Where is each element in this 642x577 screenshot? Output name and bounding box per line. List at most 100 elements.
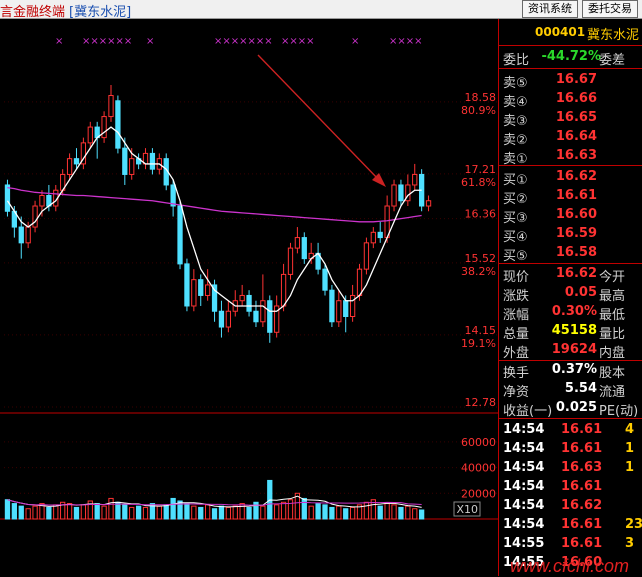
candle-body xyxy=(280,273,287,307)
trade-order-button[interactable]: 委托交易 xyxy=(582,0,638,18)
volume-bar xyxy=(287,499,294,520)
window-title: 言金融终端 [冀东水泥] xyxy=(0,1,131,20)
signal-mark: ×××× xyxy=(389,36,423,47)
volume-unit-label: X10 xyxy=(456,503,478,516)
tick-volume: 3 xyxy=(625,536,635,551)
row-label: 总量 xyxy=(503,327,530,342)
volume-bar xyxy=(94,503,100,520)
candle-body xyxy=(73,158,80,165)
tick-row: 14:54 16.61 xyxy=(499,478,642,497)
row-label: 买③ xyxy=(503,211,528,226)
kline-chart-panel[interactable]: 18.58 80.9% 17.21 61.8% 16.36 15.52 38.2% 14.15… xyxy=(0,19,498,576)
candle-body xyxy=(177,205,183,265)
volume-axis-label: 60000 xyxy=(461,436,496,449)
candle-body xyxy=(349,294,356,318)
tick-time: 14:54 xyxy=(503,479,545,494)
bid-row: 买② 16.61 xyxy=(499,187,642,207)
row-value: 45158 xyxy=(551,323,597,338)
volume-bar xyxy=(135,505,142,520)
stock-name: 冀东水泥 xyxy=(587,28,640,43)
price-axis-label: 17.21 xyxy=(465,163,497,176)
candle-body xyxy=(4,184,11,212)
volume-bar xyxy=(274,504,280,520)
tick-volume: 1 xyxy=(625,460,635,475)
signal-mark: × xyxy=(55,36,63,47)
signal-mark: × xyxy=(351,36,359,47)
percent-axis-label: 38.2% xyxy=(461,265,496,278)
volume-bar xyxy=(205,504,211,520)
stat-row: 收益(一) 0.025 PE(动) xyxy=(499,399,642,419)
volume-bar xyxy=(101,505,107,520)
row-value: 16.66 xyxy=(555,91,597,106)
candle-body xyxy=(18,226,24,244)
row-value: 0.05 xyxy=(564,285,597,300)
candle-body xyxy=(260,300,266,323)
volume-bar xyxy=(66,503,73,520)
volume-bar xyxy=(122,504,128,520)
row-value: 16.61 xyxy=(555,188,597,203)
volume-bar xyxy=(329,506,335,520)
bid-row: 买① 16.62 xyxy=(499,168,642,188)
volume-bar xyxy=(225,506,231,520)
order-ratio-row: 委比 -44.72% 委差 xyxy=(499,48,642,68)
ma-long-line xyxy=(7,186,422,223)
volume-bar xyxy=(246,506,252,520)
volume-bar xyxy=(53,504,59,520)
row-label: 买⑤ xyxy=(503,249,528,264)
volume-bar xyxy=(377,505,383,520)
row-value: 16.65 xyxy=(555,110,597,125)
candle-body xyxy=(198,279,204,296)
quote-panel: 000401 冀东水泥 委比 -44.72% 委差 卖⑤ 16.67 卖④ 16.66… xyxy=(498,19,642,576)
percent-axis-label: 19.1% xyxy=(461,337,496,350)
tick-time: 14:55 xyxy=(503,536,545,551)
volume-bar xyxy=(308,505,314,520)
signal-mark: ×××××× xyxy=(82,36,132,47)
row-label-2: PE(动) xyxy=(599,404,639,419)
tick-time: 14:54 xyxy=(503,441,545,456)
row-value: 16.64 xyxy=(555,129,597,144)
price-axis-label: 16.36 xyxy=(465,208,497,221)
ask-row: 卖⑤ 16.67 xyxy=(499,71,642,91)
tick-row: 14:54 16.62 xyxy=(499,497,642,516)
volume-bar xyxy=(191,505,197,520)
percent-axis-label: 61.8% xyxy=(461,176,496,189)
row-label: 卖④ xyxy=(503,95,528,110)
candle-body xyxy=(377,231,383,239)
candle-body xyxy=(129,158,135,175)
candle-body xyxy=(370,231,376,244)
candle-body xyxy=(322,268,328,291)
row-label: 外盘 xyxy=(503,346,530,361)
volume-bar xyxy=(363,501,370,520)
title-bar: 言金融终端 [冀东水泥] 资讯系统 委托交易 xyxy=(0,0,642,20)
volume-bar xyxy=(301,497,307,520)
tick-price: 16.61 xyxy=(561,517,603,532)
ratio-label: 委比 xyxy=(503,53,530,68)
volume-bar xyxy=(11,503,17,520)
volume-bar xyxy=(129,506,135,520)
watermark: www.cfchi.com xyxy=(510,556,630,576)
tick-volume: 4 xyxy=(625,422,635,437)
candle-body xyxy=(329,289,335,323)
volume-bar xyxy=(4,499,11,520)
tick-row: 14:54 16.61 4 xyxy=(499,421,642,440)
candle-body xyxy=(122,147,128,175)
price-axis-label: 12.78 xyxy=(465,396,497,409)
row-value: 5.54 xyxy=(564,381,597,396)
row-label: 卖② xyxy=(503,133,528,148)
stat-row: 涨跌 0.05 最高 xyxy=(499,284,642,304)
bid-row: 买③ 16.60 xyxy=(499,206,642,226)
ask-row: 卖① 16.63 xyxy=(499,147,642,167)
candle-body xyxy=(191,279,197,307)
signal-mark: ××××××× xyxy=(214,36,273,47)
kline-chart[interactable]: 18.5880.9% 17.2161.8% 16.36 15.5238.2% 14.15… xyxy=(0,19,498,576)
candle-body xyxy=(246,294,252,312)
bid-row: 买⑤ 16.58 xyxy=(499,244,642,264)
candle-body xyxy=(101,116,107,139)
stat-row: 涨幅 0.30% 最低 xyxy=(499,303,642,323)
row-label: 买② xyxy=(503,192,528,207)
volume-bar xyxy=(405,505,411,520)
volume-bar xyxy=(198,506,204,520)
row-value: 19624 xyxy=(551,342,597,357)
candle-body xyxy=(25,226,31,244)
info-system-button[interactable]: 资讯系统 xyxy=(522,0,578,18)
